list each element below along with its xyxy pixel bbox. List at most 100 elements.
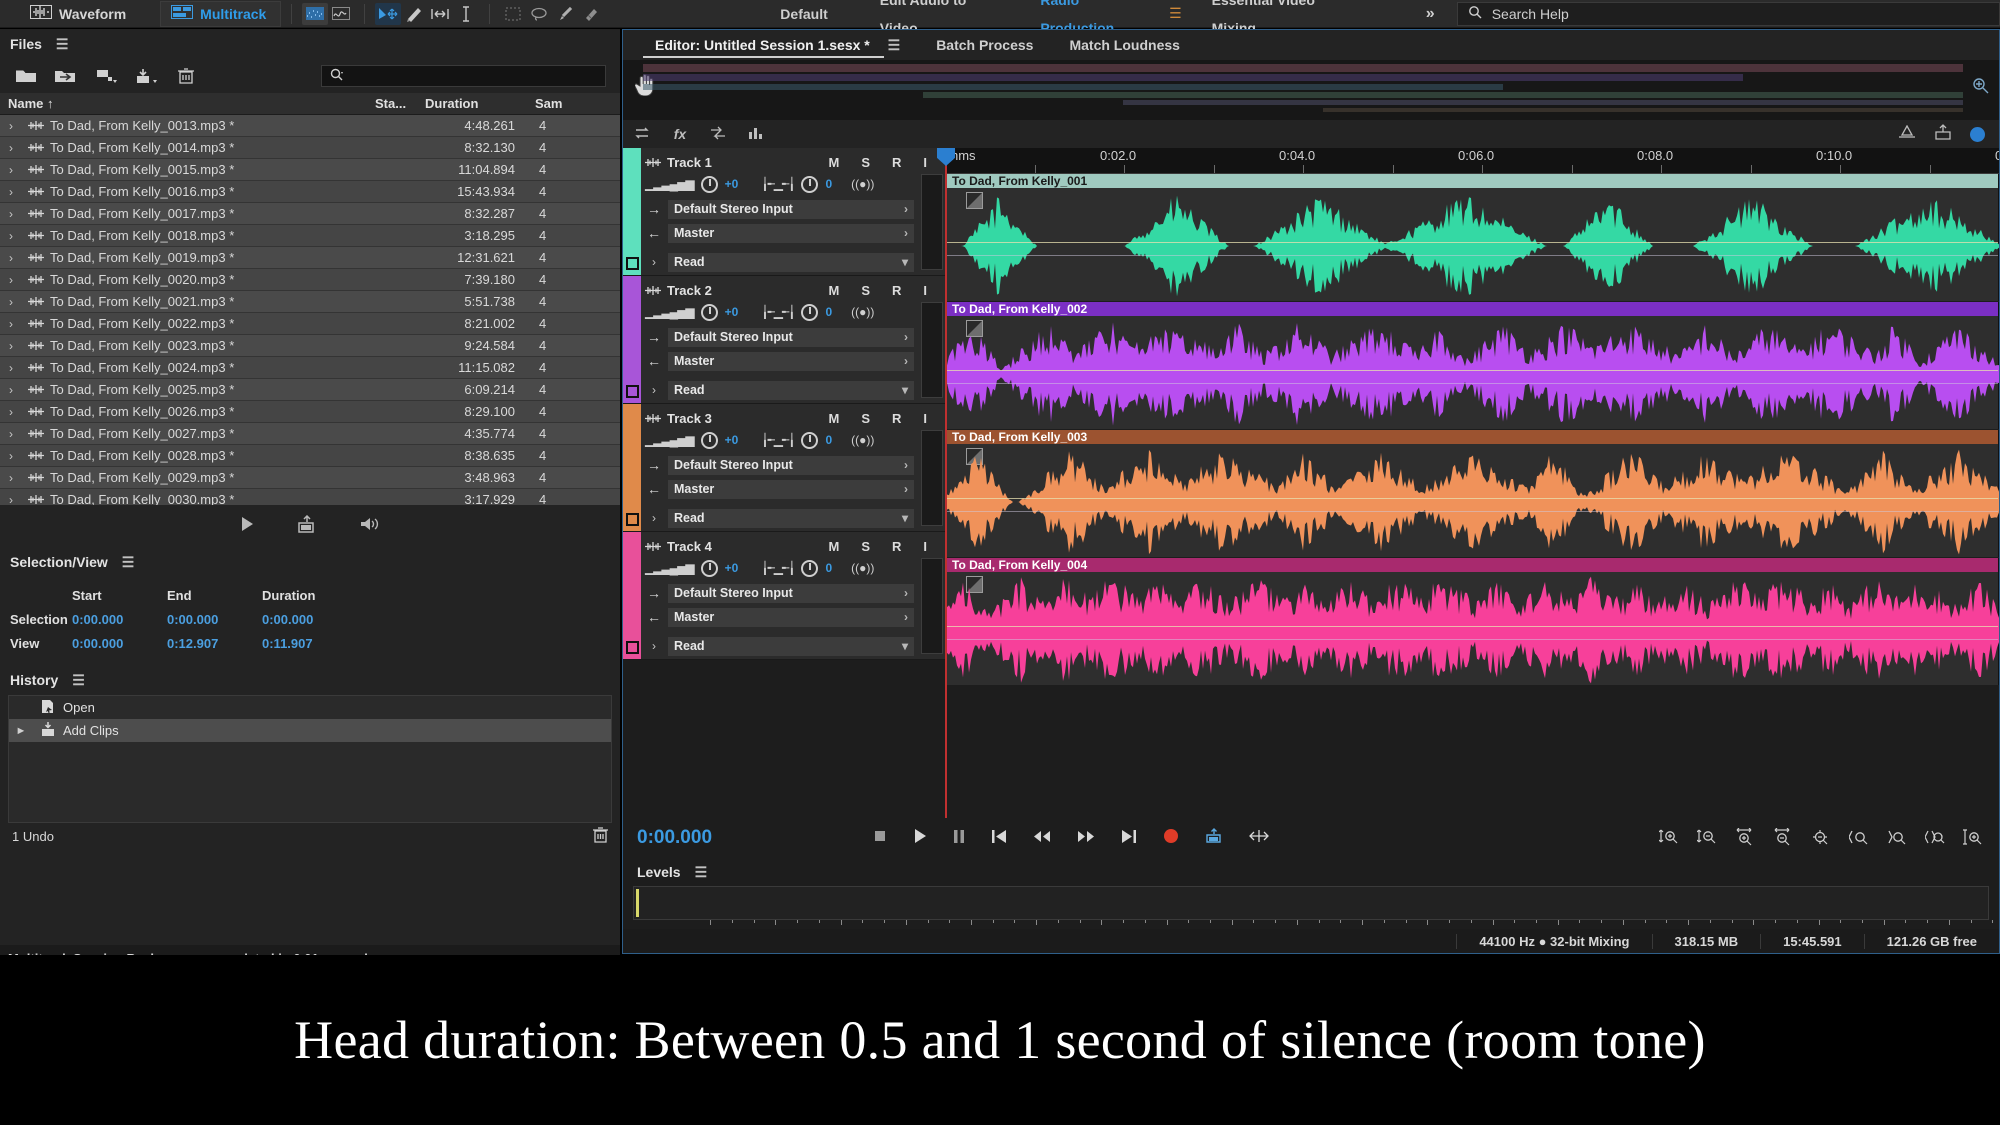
file-row-expand-icon[interactable]: › (0, 295, 22, 309)
file-row-expand-icon[interactable]: › (0, 493, 22, 506)
zoom-out-full-icon[interactable] (1811, 828, 1831, 849)
track-output-select[interactable]: Master › (668, 351, 914, 371)
import-file-icon[interactable] (48, 63, 84, 89)
file-row[interactable]: › To Dad, From Kelly_0030.mp3 * 3:17.929 4 (0, 489, 620, 505)
track-automation-select[interactable]: Read ▾ (668, 508, 914, 528)
record-icon[interactable] (1163, 828, 1179, 848)
workspace-menu-icon[interactable]: ☰ (1165, 5, 1186, 22)
track-gain-value[interactable]: +0 (725, 433, 739, 447)
track-input-monitor-button[interactable]: I (923, 539, 927, 554)
file-row-expand-icon[interactable]: › (0, 229, 22, 243)
track-eq-icon[interactable]: ((●)) (851, 177, 874, 191)
play-icon[interactable] (239, 516, 255, 536)
panel-menu-icon[interactable]: ☰ (695, 864, 708, 881)
play-icon[interactable] (913, 828, 927, 848)
zoom-to-fit-icon[interactable] (1963, 828, 1983, 849)
history-item-add-clips[interactable]: ► Add Clips (9, 719, 611, 742)
track-eq-icon[interactable]: ((●)) (851, 561, 874, 575)
zoom-to-selection-out-icon[interactable] (1887, 828, 1907, 849)
track-name[interactable]: Track 1 (667, 155, 712, 170)
audio-clip[interactable]: To Dad, From Kelly_004 (947, 558, 1999, 685)
track-color-strip[interactable] (623, 276, 641, 403)
file-row[interactable]: › To Dad, From Kelly_0025.mp3 * 6:09.214 4 (0, 379, 620, 401)
track-gain-value[interactable]: +0 (725, 305, 739, 319)
automation-expand-icon[interactable]: › (645, 383, 663, 397)
zoom-out-time-icon[interactable] (1773, 827, 1793, 849)
view-start-field[interactable]: 0:00.000 (72, 636, 167, 651)
file-row[interactable]: › To Dad, From Kelly_0022.mp3 * 8:21.002 4 (0, 313, 620, 335)
file-row[interactable]: › To Dad, From Kelly_0014.mp3 * 8:32.130 4 (0, 137, 620, 159)
meters-icon[interactable] (745, 126, 767, 143)
track-input-monitor-button[interactable]: I (923, 283, 927, 298)
track-input-select[interactable]: Default Stereo Input › (668, 327, 914, 347)
volume-knob[interactable] (700, 431, 718, 449)
track-automation-select[interactable]: Read ▾ (668, 380, 914, 400)
track-header[interactable]: Track 4 M S R I ▁▂▃▄▅▆ +0 ╽╾▁╾╽ 0 ((●)) → Default S… (623, 532, 945, 660)
skip-to-start-icon[interactable] (991, 829, 1007, 848)
column-header-status[interactable]: Sta... (375, 96, 425, 111)
levels-meter[interactable] (633, 886, 1989, 920)
panel-menu-icon[interactable]: ☰ (56, 36, 69, 53)
pause-icon[interactable] (953, 829, 965, 848)
trash-icon[interactable] (168, 63, 204, 89)
fx-icon[interactable]: fx (669, 126, 691, 142)
pan-knob[interactable] (801, 303, 819, 321)
track-name[interactable]: Track 4 (667, 539, 712, 554)
track-arm-record-button[interactable]: R (892, 283, 901, 298)
spectral-frequency-icon[interactable] (302, 2, 329, 25)
open-file-icon[interactable] (8, 63, 44, 89)
track-name[interactable]: Track 3 (667, 411, 712, 426)
slip-tool-icon[interactable] (427, 3, 453, 25)
track-name[interactable]: Track 2 (667, 283, 712, 298)
selection-start-field[interactable]: 0:00.000 (72, 612, 167, 627)
track-eq-icon[interactable]: ((●)) (851, 305, 874, 319)
razor-tool-icon[interactable] (401, 3, 427, 25)
pan-knob[interactable] (801, 559, 819, 577)
paintbrush-selection-icon[interactable] (552, 3, 578, 25)
workspace-default[interactable]: Default (754, 0, 853, 28)
panel-menu-icon[interactable]: ☰ (72, 672, 85, 689)
files-search-input[interactable] (321, 65, 606, 87)
file-row[interactable]: › To Dad, From Kelly_0020.mp3 * 7:39.180 4 (0, 269, 620, 291)
track-arm-record-button[interactable]: R (892, 539, 901, 554)
track-eq-icon[interactable]: ((●)) (851, 433, 874, 447)
track-gain-value[interactable]: +0 (725, 177, 739, 191)
file-row[interactable]: › To Dad, From Kelly_0029.mp3 * 3:48.963 4 (0, 467, 620, 489)
track-automation-select[interactable]: Read ▾ (668, 636, 914, 656)
track-mute-button[interactable]: M (828, 411, 839, 426)
track-input-monitor-button[interactable]: I (923, 155, 927, 170)
pan-knob[interactable] (801, 431, 819, 449)
file-row-expand-icon[interactable]: › (0, 207, 22, 221)
loop-playback-icon[interactable] (359, 515, 381, 537)
file-row-expand-icon[interactable]: › (0, 119, 22, 133)
insert-into-multitrack-icon[interactable] (297, 514, 317, 537)
file-row-expand-icon[interactable]: › (0, 317, 22, 331)
track-gain-value[interactable]: +0 (725, 561, 739, 575)
track-solo-button[interactable]: S (861, 155, 870, 170)
track-pan-value[interactable]: 0 (825, 561, 832, 575)
track-select-box[interactable] (626, 513, 639, 526)
move-tool-icon[interactable] (375, 2, 402, 25)
track-arm-record-button[interactable]: R (892, 155, 901, 170)
column-header-name[interactable]: Name ↑ (0, 96, 375, 111)
input-output-icon[interactable] (707, 126, 729, 143)
file-row-expand-icon[interactable]: › (0, 383, 22, 397)
clip-title[interactable]: To Dad, From Kelly_002 (947, 302, 1998, 316)
export-session-icon[interactable] (128, 63, 164, 89)
automation-expand-icon[interactable]: › (645, 255, 663, 269)
track-color-strip[interactable] (623, 404, 641, 531)
track-output-select[interactable]: Master › (668, 479, 914, 499)
clip-title[interactable]: To Dad, From Kelly_001 (947, 174, 1998, 188)
panel-menu-icon[interactable]: ☰ (888, 37, 901, 53)
file-row[interactable]: › To Dad, From Kelly_0015.mp3 * 11:04.894 4 (0, 159, 620, 181)
volume-knob[interactable] (700, 303, 718, 321)
track-select-box[interactable] (626, 257, 639, 270)
track-header[interactable]: Track 2 M S R I ▁▂▃▄▅▆ +0 ╽╾▁╾╽ 0 ((●)) → Default S… (623, 276, 945, 404)
track-solo-button[interactable]: S (861, 539, 870, 554)
track-arm-record-button[interactable]: R (892, 411, 901, 426)
file-row[interactable]: › To Dad, From Kelly_0016.mp3 * 15:43.934 4 (0, 181, 620, 203)
loop-icon[interactable] (631, 126, 653, 143)
file-row[interactable]: › To Dad, From Kelly_0019.mp3 * 12:31.621 4 (0, 247, 620, 269)
track-pan-value[interactable]: 0 (825, 305, 832, 319)
automation-expand-icon[interactable]: › (645, 511, 663, 525)
